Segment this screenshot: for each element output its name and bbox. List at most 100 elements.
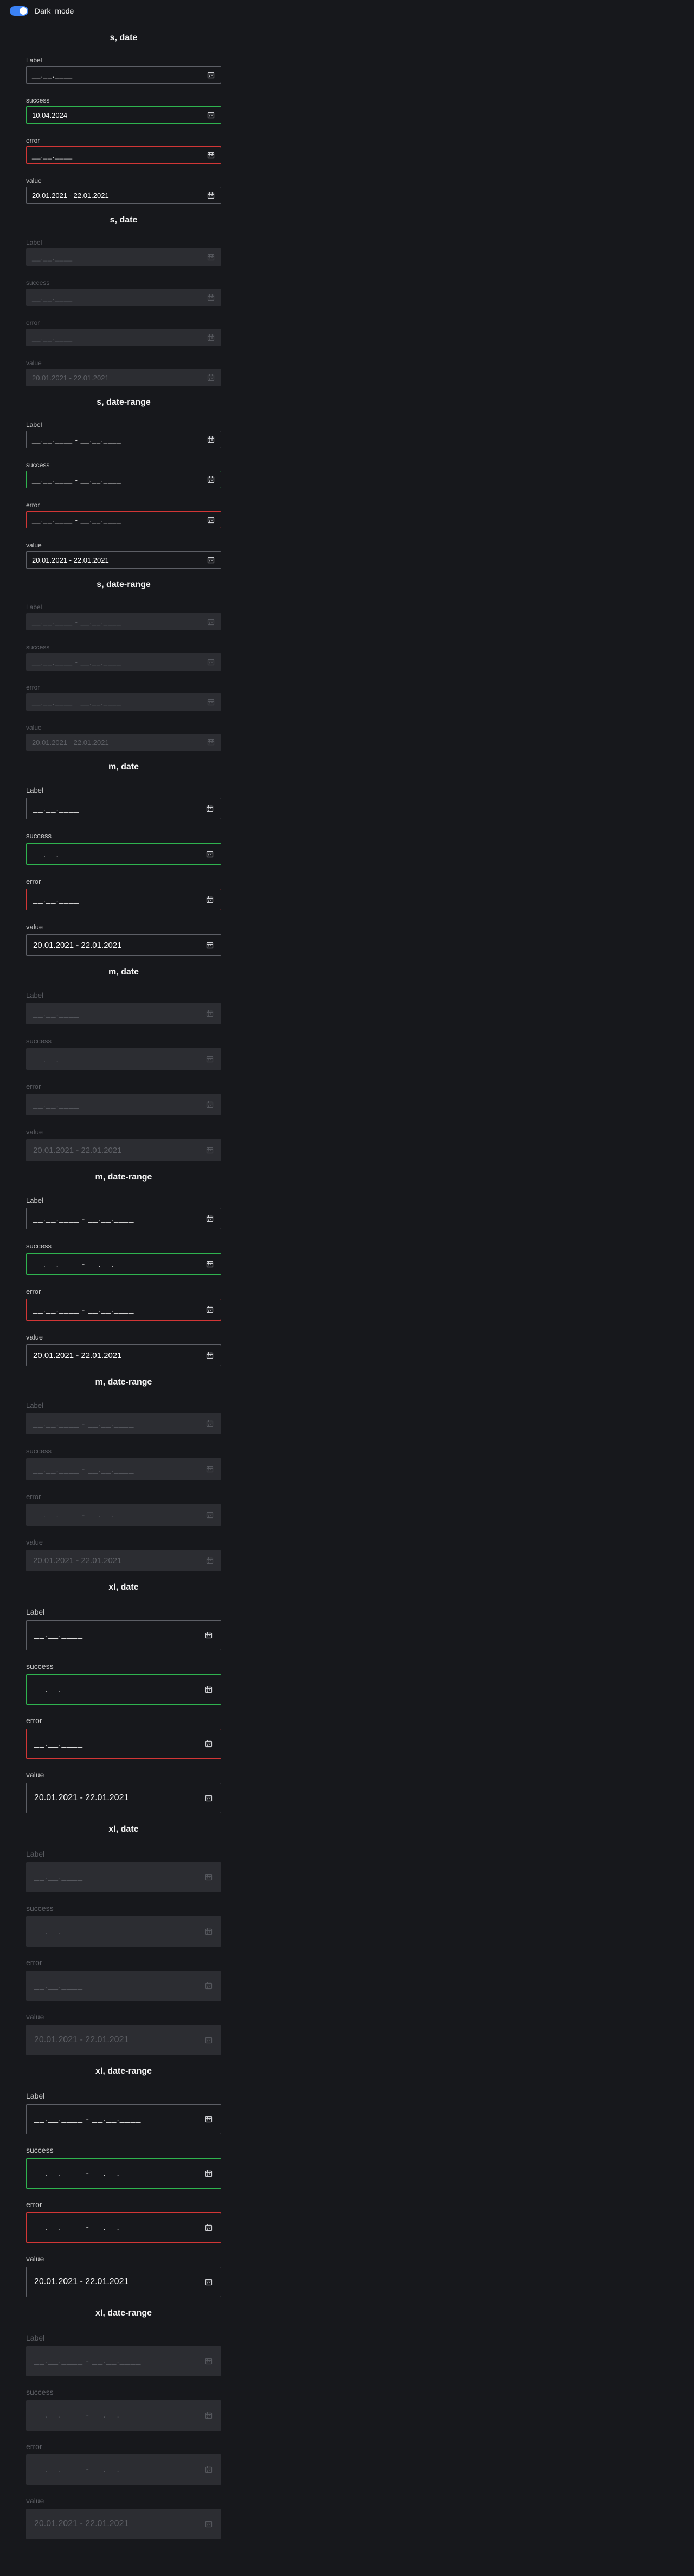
calendar-icon[interactable] [205,850,214,858]
field-label: error [26,684,40,691]
field-success: success __.__.____ - __.__.____ [26,2142,221,2189]
date-input[interactable]: __.__.____ [26,889,221,910]
date-input[interactable]: __.__.____ - __.__.____ [26,2212,221,2243]
field-error: error __.__.____ [26,317,221,346]
calendar-icon[interactable] [205,1351,214,1360]
date-input[interactable]: __.__.____ - __.__.____ [26,431,221,448]
field-success: success __.__.____ [26,1900,221,1947]
date-input[interactable]: __.__.____ - __.__.____ [26,1208,221,1229]
field-label: value [26,724,42,731]
calendar-icon[interactable] [204,2115,213,2124]
calendar-icon[interactable] [204,2223,213,2232]
calendar-icon[interactable] [207,515,215,524]
date-input: __.__.____ - __.__.____ [26,1504,221,1526]
calendar-icon [207,333,215,342]
date-input: 20.01.2021 - 22.01.2021 [26,1550,221,1571]
date-input[interactable]: __.__.____ [26,798,221,819]
calendar-icon[interactable] [204,1685,213,1694]
field-label: Label [26,239,42,246]
section-m-date: m, date Label __.__.____ success __.__._… [26,751,221,956]
date-input[interactable]: __.__.____ [26,66,221,84]
calendar-icon[interactable] [207,71,215,79]
date-input: __.__.____ - __.__.____ [26,613,221,630]
date-input: 20.01.2021 - 22.01.2021 [26,2025,221,2055]
date-input: __.__.____ [26,289,221,306]
date-input[interactable]: __.__.____ [26,146,221,164]
calendar-icon[interactable] [207,111,215,119]
date-input[interactable]: 20.01.2021 - 22.01.2021 [26,551,221,569]
section-title: m, date [108,762,139,771]
input-placeholder: __.__.____ [33,804,80,813]
date-input[interactable]: __.__.____ [26,1620,221,1650]
calendar-icon[interactable] [207,475,215,484]
field-label: error [26,1287,41,1296]
calendar-icon[interactable] [205,1260,214,1268]
dark-mode-toggle[interactable] [10,6,28,16]
date-input[interactable]: 20.01.2021 - 22.01.2021 [26,1783,221,1813]
date-input[interactable]: 20.01.2021 - 22.01.2021 [26,187,221,204]
input-placeholder: __.__.____ [34,1981,83,1990]
input-placeholder: __.__.____ - __.__.____ [34,2411,142,2420]
calendar-icon[interactable] [207,151,215,160]
field-label: value [26,1333,43,1341]
date-input[interactable]: 20.01.2021 - 22.01.2021 [26,1344,221,1366]
section-title: s, date-range [97,580,151,589]
date-input[interactable]: __.__.____ [26,1674,221,1705]
input-value: 20.01.2021 - 22.01.2021 [33,940,122,950]
date-input[interactable]: __.__.____ [26,843,221,865]
section-title: m, date-range [95,1172,152,1182]
calendar-icon[interactable] [207,556,215,564]
date-input: __.__.____ - __.__.____ [26,1458,221,1480]
section-xl-date-range-disabled: xl, date-range Label __.__.____ - __.__.… [26,2297,221,2539]
field-success: success __.__.____ [26,829,221,865]
field-success: success __.__.____ [26,1658,221,1705]
calendar-icon[interactable] [205,941,214,949]
input-value: 20.01.2021 - 22.01.2021 [33,1145,122,1155]
field-error: error __.__.____ [26,1080,221,1115]
input-placeholder: __.__.____ [32,71,73,79]
date-input[interactable]: __.__.____ - __.__.____ [26,471,221,488]
field-label: value [26,1128,43,1136]
field-label: success [26,2388,54,2396]
topbar: Dark_mode [0,0,694,22]
input-placeholder: __.__.____ [34,1872,83,1882]
input-placeholder: __.__.____ [32,333,73,342]
date-input[interactable]: __.__.____ - __.__.____ [26,2104,221,2134]
date-input[interactable]: __.__.____ - __.__.____ [26,2158,221,2189]
field-label: Label [26,1850,45,1858]
field-success: success __.__.____ - __.__.____ [26,459,221,488]
date-input[interactable]: 20.01.2021 - 22.01.2021 [26,934,221,956]
date-input[interactable]: __.__.____ [26,1729,221,1759]
input-placeholder: __.__.____ - __.__.____ [34,2465,142,2474]
calendar-icon [205,1465,214,1474]
field-value: value 20.01.2021 - 22.01.2021 [26,1767,221,1813]
calendar-icon[interactable] [204,1794,213,1802]
date-input[interactable]: __.__.____ - __.__.____ [26,1299,221,1321]
date-input[interactable]: 10.04.2024 [26,106,221,124]
calendar-icon[interactable] [204,1631,213,1640]
date-input[interactable]: __.__.____ - __.__.____ [26,1253,221,1275]
calendar-icon[interactable] [207,435,215,444]
input-placeholder: __.__.____ - __.__.____ [32,658,121,666]
field-label: Label [26,1608,45,1616]
date-input[interactable]: 20.01.2021 - 22.01.2021 [26,2267,221,2297]
calendar-icon[interactable] [207,191,215,200]
field-error: error __.__.____ [26,135,221,164]
calendar-icon[interactable] [205,1305,214,1314]
date-input[interactable]: __.__.____ - __.__.____ [26,511,221,528]
field-label: Label __.__.____ [26,783,221,819]
calendar-icon[interactable] [205,895,214,904]
calendar-icon[interactable] [205,804,214,813]
field-label: success [26,643,50,651]
field-label: success [26,832,52,840]
field-label: value [26,177,42,184]
section-m-date-range-disabled: m, date-range Label __.__.____ - __.__._… [26,1366,221,1571]
calendar-icon[interactable] [204,2278,213,2286]
field-error: error __.__.____ - __.__.____ [26,1490,221,1526]
date-input: __.__.____ - __.__.____ [26,2400,221,2431]
calendar-icon[interactable] [205,1214,214,1223]
calendar-icon[interactable] [204,1739,213,1748]
input-placeholder: __.__.____ [34,1927,83,1936]
calendar-icon[interactable] [204,2169,213,2178]
date-input: __.__.____ [26,1003,221,1024]
